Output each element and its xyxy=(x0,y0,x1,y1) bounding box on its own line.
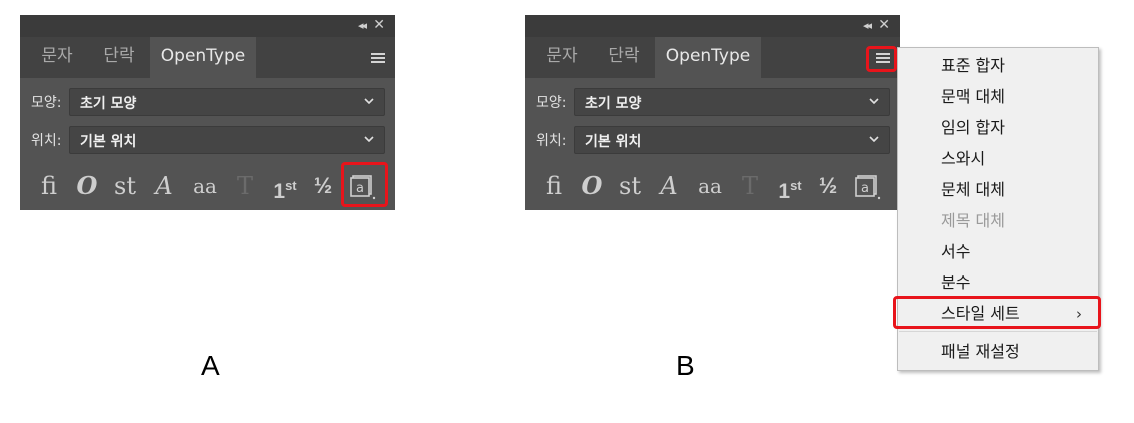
ordinals-icon[interactable]: 1st xyxy=(773,169,807,203)
position-row: 위치: 기본 위치 xyxy=(20,125,395,155)
discretionary-ligature-icon[interactable]: st xyxy=(615,169,645,203)
opentype-panel-a: ◂◂ ✕ 문자 단락 OpenType 모양: 초기 모양 위치: 기본 위치 … xyxy=(20,15,395,210)
contextual-alternates-icon[interactable]: O xyxy=(72,169,102,203)
tab-paragraph[interactable]: 단락 xyxy=(593,37,655,78)
svg-text:a: a xyxy=(861,181,869,196)
highlight-stylistic-sets xyxy=(341,162,388,207)
position-label: 위치: xyxy=(31,133,62,149)
tab-character[interactable]: 문자 xyxy=(26,37,88,78)
menu-item-fractions[interactable]: 분수 xyxy=(898,268,1098,298)
fi-ligature-icon[interactable]: ﬁ xyxy=(34,169,64,203)
menu-item-stylistic-alternates[interactable]: 문체 대체 xyxy=(898,175,1098,205)
ordinals-icon[interactable]: 1st xyxy=(268,169,302,203)
position-select-value: 기본 위치 xyxy=(80,134,137,150)
panel-title-bar: ◂◂ ✕ xyxy=(525,15,900,37)
menu-item-titling-alternates: 제목 대체 xyxy=(941,211,1005,230)
tab-bar: 문자 단락 OpenType xyxy=(20,37,395,78)
tab-opentype[interactable]: OpenType xyxy=(150,37,256,78)
close-icon[interactable]: ✕ xyxy=(373,17,385,33)
chevron-down-icon xyxy=(869,136,879,142)
collapse-icon[interactable]: ◂◂ xyxy=(358,19,367,32)
shape-select[interactable]: 초기 모양 xyxy=(574,88,890,116)
panel-menu-button[interactable] xyxy=(365,47,391,71)
tab-bar: 문자 단락 OpenType xyxy=(525,37,900,78)
tab-paragraph[interactable]: 단락 xyxy=(88,37,150,78)
fractions-icon[interactable]: ½ xyxy=(308,169,338,203)
caption-a: A xyxy=(201,350,220,381)
menu-item-discretionary-ligatures[interactable]: 임의 합자 xyxy=(898,113,1098,143)
position-label: 위치: xyxy=(536,133,567,149)
stylistic-sets-icon[interactable]: a xyxy=(851,169,885,203)
titling-alternates-icon: T xyxy=(236,172,253,200)
close-icon[interactable]: ✕ xyxy=(878,17,890,33)
menu-item-ordinals[interactable]: 서수 xyxy=(898,237,1098,267)
opentype-icon-row: ﬁ O st A aa T 1st ½ a xyxy=(34,169,384,203)
menu-item-swash[interactable]: 스와시 xyxy=(898,144,1098,174)
contextual-alternates-icon[interactable]: O xyxy=(577,169,607,203)
shape-select-value: 초기 모양 xyxy=(80,96,137,112)
collapse-icon[interactable]: ◂◂ xyxy=(863,19,872,32)
menu-item-standard-ligatures[interactable]: 표준 합자 xyxy=(898,51,1098,81)
chevron-down-icon xyxy=(364,98,374,104)
position-select[interactable]: 기본 위치 xyxy=(574,126,890,154)
menu-separator xyxy=(899,331,1097,332)
highlight-menu-button xyxy=(866,46,897,72)
fi-ligature-icon[interactable]: ﬁ xyxy=(539,169,569,203)
menu-item-reset-panel[interactable]: 패널 재설정 xyxy=(898,337,1098,367)
tab-character[interactable]: 문자 xyxy=(531,37,593,78)
fractions-icon[interactable]: ½ xyxy=(813,169,843,203)
shape-select-value: 초기 모양 xyxy=(585,96,642,112)
position-select[interactable]: 기본 위치 xyxy=(69,126,385,154)
stylistic-alternates-icon[interactable]: aa xyxy=(188,169,222,203)
shape-row: 모양: 초기 모양 xyxy=(525,87,900,117)
menu-item-contextual-alternates[interactable]: 문맥 대체 xyxy=(898,82,1098,112)
caption-b: B xyxy=(676,350,695,381)
tab-opentype[interactable]: OpenType xyxy=(655,37,761,78)
stylistic-alternates-icon[interactable]: aa xyxy=(693,169,727,203)
highlight-stylistic-sets-item xyxy=(893,296,1101,329)
hamburger-icon xyxy=(371,53,385,55)
opentype-panel-b: ◂◂ ✕ 문자 단락 OpenType 모양: 초기 모양 위치: 기본 위치 … xyxy=(525,15,900,210)
shape-label: 모양: xyxy=(31,95,62,111)
titling-alternates-icon: T xyxy=(741,172,758,200)
swash-icon[interactable]: A xyxy=(653,169,685,203)
position-select-value: 기본 위치 xyxy=(585,134,642,150)
shape-select[interactable]: 초기 모양 xyxy=(69,88,385,116)
position-row: 위치: 기본 위치 xyxy=(525,125,900,155)
discretionary-ligature-icon[interactable]: st xyxy=(110,169,140,203)
chevron-down-icon xyxy=(364,136,374,142)
opentype-icon-row: ﬁ O st A aa T 1st ½ a xyxy=(539,169,889,203)
chevron-down-icon xyxy=(869,98,879,104)
panel-title-bar: ◂◂ ✕ xyxy=(20,15,395,37)
shape-row: 모양: 초기 모양 xyxy=(20,87,395,117)
shape-label: 모양: xyxy=(536,95,567,111)
swash-icon[interactable]: A xyxy=(148,169,180,203)
